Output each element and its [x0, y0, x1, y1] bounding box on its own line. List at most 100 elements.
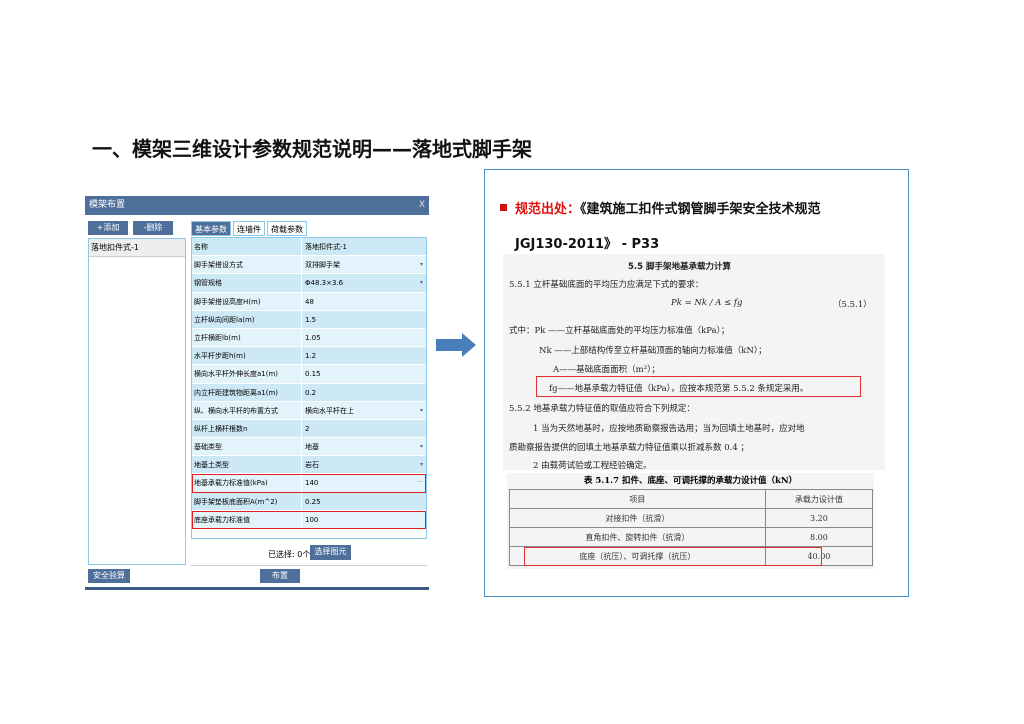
- highlight-box: [524, 547, 822, 566]
- list-item[interactable]: 落地扣件式-1: [89, 239, 185, 257]
- dialog-titlebar: 模架布置 X: [85, 196, 429, 215]
- param-label: 地基土类型: [192, 456, 302, 474]
- dropdown-icon[interactable]: ▾: [420, 456, 423, 474]
- param-row[interactable]: 纵杆上横杆根数n 2: [192, 419, 426, 439]
- param-label: 名称: [192, 238, 302, 256]
- bullet-icon: [500, 204, 507, 211]
- param-value[interactable]: 双排脚手架: [302, 256, 411, 273]
- param-row[interactable]: 纵、横向水平杆的布置方式 横向水平杆在上 ▾: [192, 401, 426, 420]
- param-value[interactable]: 岩石: [302, 456, 411, 473]
- param-value[interactable]: 0.2: [302, 384, 411, 401]
- param-value[interactable]: 地基: [302, 438, 411, 455]
- doc-line: A——基础底面面积（m²）；: [553, 365, 660, 375]
- spec-excerpt: 5.5 脚手架地基承载力计算 5.5.1 立杆基础底面的平均压力应满足下式的要求…: [503, 254, 885, 471]
- doc-line: Nk ——上部结构传至立杆基础顶面的轴向力标准值（kN）；: [539, 346, 767, 356]
- param-label: 地基承载力标准值(kPa): [192, 474, 302, 492]
- dropdown-icon[interactable]: ···: [417, 474, 423, 492]
- dialog-title: 模架布置: [89, 200, 126, 210]
- param-value[interactable]: 1.05: [302, 329, 411, 346]
- selected-count: 已选择: 0个: [268, 550, 311, 559]
- cell: 直角扣件、旋转扣件（抗滑）: [509, 527, 766, 547]
- dropdown-icon[interactable]: ▾: [420, 274, 423, 292]
- param-label: 水平杆步距h(m): [192, 347, 302, 365]
- tab-load-params[interactable]: 荷载参数: [267, 221, 307, 236]
- close-icon[interactable]: X: [419, 196, 425, 215]
- param-value[interactable]: Φ48.3×3.6: [302, 274, 411, 291]
- doc-line: 质勘察报告提供的回填土地基承载力特征值乘以折减系数 0.4 ；: [509, 443, 749, 453]
- param-row[interactable]: 立杆纵向间距la(m) 1.5: [192, 310, 426, 329]
- doc-eqno: （5.5.1）: [833, 300, 872, 310]
- param-value[interactable]: 0.25: [302, 493, 411, 510]
- param-row[interactable]: 钢管规格 Φ48.3×3.6 ▾: [192, 274, 426, 293]
- param-row[interactable]: 基础类型 地基 ▾: [192, 438, 426, 457]
- param-label: 基础类型: [192, 438, 302, 456]
- param-row[interactable]: 脚手架垫板底面积A(m^2) 0.25: [192, 492, 426, 511]
- spec-panel: 规范出处：《建筑施工扣件式钢管脚手架安全技术规范JGJ130-2011》 - P…: [484, 169, 909, 597]
- param-value[interactable]: 2: [302, 420, 411, 437]
- param-row[interactable]: 地基承载力标准值(kPa) 140 ···: [192, 474, 426, 493]
- param-row[interactable]: 脚手架搭设方式 双排脚手架 ▾: [192, 256, 426, 275]
- safety-check-button[interactable]: 安全验算: [88, 569, 130, 583]
- source-label: 规范出处：: [515, 202, 581, 217]
- table-row: 对接扣件（抗滑） 3.20: [509, 508, 874, 528]
- param-label: 横向水平杆外伸长度a1(m): [192, 365, 302, 383]
- table-caption: 表 5.1.7 扣件、底座、可调托撑的承载力设计值（kN）: [583, 476, 798, 486]
- doc-formula: Pk = Nk / A ≤ fg: [671, 298, 743, 308]
- param-value[interactable]: 0.15: [302, 365, 411, 382]
- param-label: 立杆纵向间距la(m): [192, 310, 302, 328]
- param-label: 纵杆上横杆根数n: [192, 419, 302, 438]
- arrow-right-icon: [436, 333, 476, 357]
- param-label: 底座承载力标准值: [192, 510, 302, 528]
- header-cell: 项目: [509, 489, 766, 509]
- add-button[interactable]: +添加: [88, 221, 128, 235]
- doc-heading: 5.5 脚手架地基承载力计算: [628, 262, 732, 272]
- table-header: 项目 承载力设计值: [509, 489, 874, 509]
- param-value[interactable]: 140: [302, 474, 411, 491]
- slide-title: 一、模架三维设计参数规范说明——落地式脚手架: [92, 137, 532, 161]
- param-value[interactable]: 落地扣件式-1: [302, 238, 411, 255]
- param-row[interactable]: 横向水平杆外伸长度a1(m) 0.15: [192, 365, 426, 384]
- param-value[interactable]: 100: [302, 511, 411, 528]
- delete-button[interactable]: -删除: [133, 221, 173, 235]
- cell: 对接扣件（抗滑）: [509, 508, 766, 528]
- place-button[interactable]: 布置: [260, 569, 300, 583]
- doc-line: 2 由载荷试验或工程经验确定。: [533, 461, 652, 471]
- capacity-table: 表 5.1.7 扣件、底座、可调托撑的承载力设计值（kN） 项目 承载力设计值 对…: [507, 473, 874, 569]
- param-row[interactable]: 内立杆距建筑物距离a1(m) 0.2: [192, 383, 426, 402]
- cell: 8.00: [764, 527, 874, 547]
- layout-dialog: 模架布置 X +添加 -删除 落地扣件式-1 基本参数 连墙件 荷载参数 名称 落地…: [85, 196, 429, 590]
- table-row: 直角扣件、旋转扣件（抗滑） 8.00: [509, 527, 874, 547]
- dropdown-icon[interactable]: ▾: [420, 438, 423, 456]
- tab-wall-ties[interactable]: 连墙件: [233, 221, 265, 236]
- param-row[interactable]: 水平杆步距h(m) 1.2: [192, 347, 426, 366]
- select-element-button[interactable]: 选择图元: [310, 545, 351, 560]
- param-row[interactable]: 名称 落地扣件式-1: [192, 238, 426, 257]
- cell: 3.20: [764, 508, 874, 528]
- param-value[interactable]: 1.2: [302, 347, 411, 364]
- param-value[interactable]: 1.5: [302, 311, 411, 328]
- param-label: 钢管规格: [192, 274, 302, 292]
- param-row[interactable]: 底座承载力标准值 100: [192, 510, 426, 529]
- doc-line: 1 当为天然地基时，应按地质勘察报告选用；当为回填土地基时，应对地: [533, 424, 805, 434]
- param-label: 内立杆距建筑物距离a1(m): [192, 383, 302, 401]
- doc-line: 5.5.2 地基承载力特征值的取值应符合下列规定：: [509, 404, 695, 414]
- tab-basic-params[interactable]: 基本参数: [191, 221, 231, 236]
- dropdown-icon[interactable]: ▾: [420, 256, 423, 274]
- param-label: 纵、横向水平杆的布置方式: [192, 401, 302, 419]
- param-row[interactable]: 地基土类型 岩石 ▾: [192, 456, 426, 475]
- spec-source: 规范出处：《建筑施工扣件式钢管脚手架安全技术规范JGJ130-2011》 - P…: [500, 192, 855, 262]
- header-cell: 承载力设计值: [764, 489, 874, 509]
- param-row[interactable]: 脚手架搭设高度H(m) 48: [192, 292, 426, 311]
- param-grid: 名称 落地扣件式-1 脚手架搭设方式 双排脚手架 ▾ 钢管规格 Φ48.3×3.6 ▾ 脚手架搭…: [191, 237, 427, 539]
- param-label: 脚手架搭设高度H(m): [192, 292, 302, 310]
- scaffold-list: 落地扣件式-1: [88, 238, 186, 565]
- highlight-box: [536, 376, 861, 397]
- param-row[interactable]: 立杆横距lb(m) 1.05: [192, 328, 426, 348]
- param-label: 脚手架垫板底面积A(m^2): [192, 492, 302, 510]
- param-value[interactable]: 48: [302, 293, 411, 310]
- dropdown-icon[interactable]: ▾: [420, 402, 423, 420]
- doc-line: 式中：Pk ——立杆基础底面处的平均压力标准值（kPa）；: [509, 326, 730, 336]
- param-value[interactable]: 横向水平杆在上: [302, 402, 411, 419]
- param-label: 立杆横距lb(m): [192, 328, 302, 347]
- param-label: 脚手架搭设方式: [192, 256, 302, 274]
